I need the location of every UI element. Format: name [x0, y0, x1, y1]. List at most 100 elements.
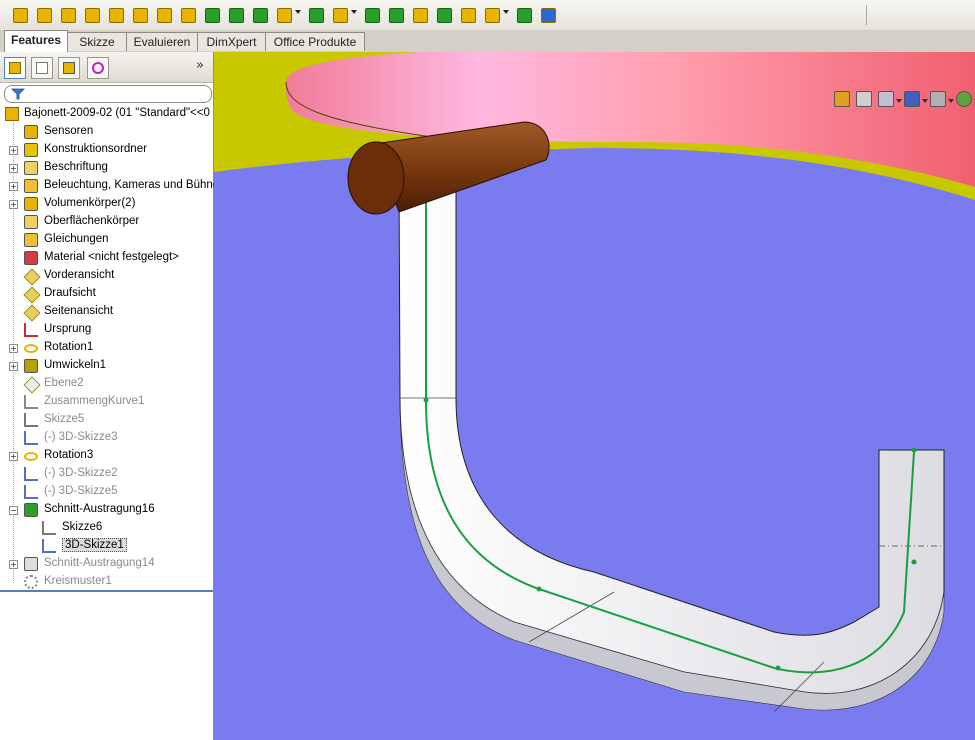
tree-item-label: Sensoren: [44, 125, 94, 137]
sweep-button[interactable]: [82, 5, 102, 25]
tree-item-vorderansicht[interactable]: Vorderansicht: [0, 267, 213, 286]
configuration-manager-tab[interactable]: [58, 57, 80, 79]
collapse-toggle[interactable]: −: [9, 506, 18, 515]
tree-item-seitenansicht[interactable]: Seitenansicht: [0, 303, 213, 322]
extrude-button[interactable]: [34, 5, 54, 25]
tree-root[interactable]: Bajonett-2009-02 (01 "Standard"<<0: [0, 105, 213, 123]
tree-item-label: Umwickeln1: [44, 359, 106, 371]
chevron-down-icon[interactable]: [351, 10, 357, 14]
section-view-icon[interactable]: [904, 91, 920, 107]
chevron-down-icon[interactable]: [295, 10, 301, 14]
zoom-to-fit-icon[interactable]: [834, 91, 850, 107]
graphics-viewport[interactable]: [214, 52, 975, 740]
feature-manager-tab[interactable]: [4, 57, 26, 79]
cut-sweep-button[interactable]: [202, 5, 222, 25]
tree-item-skizze6[interactable]: Skizze6: [0, 519, 213, 537]
tree-item-rotation1[interactable]: + Rotation1: [0, 339, 213, 357]
tree-item-3d-skizze3[interactable]: (-) 3D-Skizze3: [0, 429, 213, 447]
feature-manager-icon: [9, 62, 21, 74]
sketch-button[interactable]: [10, 5, 30, 25]
tree-item-3d-skizze1[interactable]: 3D-Skizze1: [0, 537, 213, 555]
tree-item-volumenk-rper-2[interactable]: + Volumenkörper(2): [0, 195, 213, 213]
tree-item-rotation3[interactable]: + Rotation3: [0, 447, 213, 465]
tree-filter-input[interactable]: [4, 85, 212, 103]
expand-toggle[interactable]: +: [9, 200, 18, 209]
instant3d-button[interactable]: [538, 5, 558, 25]
wrap-button[interactable]: [410, 5, 430, 25]
model-render: [214, 52, 975, 713]
chevron-down-icon[interactable]: [922, 99, 928, 103]
cut-sweep-icon: [24, 503, 38, 517]
expand-toggle[interactable]: +: [9, 452, 18, 461]
tree-item-schnitt-austragung16[interactable]: − Schnitt-Austragung16: [0, 501, 213, 519]
material-icon: [24, 251, 38, 265]
previous-view-icon[interactable]: [878, 91, 894, 107]
tree-item-label: Skizze6: [62, 521, 103, 533]
tree-item-draufsicht[interactable]: Draufsicht: [0, 285, 213, 304]
expand-toggle[interactable]: +: [9, 182, 18, 191]
tree-item-label: Skizze5: [44, 413, 85, 425]
expand-toggle[interactable]: +: [9, 146, 18, 155]
tab-evaluieren[interactable]: Evaluieren: [126, 32, 198, 51]
view-orientation-icon[interactable]: [930, 91, 946, 107]
revolve-button[interactable]: [58, 5, 78, 25]
expand-toggle[interactable]: +: [9, 344, 18, 353]
tab-features[interactable]: Features: [4, 30, 68, 52]
display-style-icon[interactable]: [956, 91, 972, 107]
cut-sweep-icon: [24, 557, 38, 571]
chevron-down-icon[interactable]: [503, 10, 509, 14]
tree-item-kreismuster1[interactable]: Kreismuster1: [0, 573, 213, 591]
tree-root-label: Bajonett-2009-02 (01 "Standard"<<0: [24, 107, 210, 119]
tree-item-sensoren[interactable]: Sensoren: [0, 123, 213, 141]
equations-icon: [24, 233, 38, 247]
tree-item-label: Material <nicht festgelegt>: [44, 251, 179, 263]
tree-item-beleuchtung-kameras-und-b-hne[interactable]: + Beleuchtung, Kameras und Bühne: [0, 177, 219, 195]
loft-button[interactable]: [106, 5, 126, 25]
chevron-down-icon[interactable]: [896, 99, 902, 103]
dome-button[interactable]: [434, 5, 454, 25]
chevron-down-icon[interactable]: [948, 99, 954, 103]
expand-toggle[interactable]: +: [9, 164, 18, 173]
tree-item-ursprung[interactable]: Ursprung: [0, 321, 213, 339]
tree-item-3d-skizze5[interactable]: (-) 3D-Skizze5: [0, 483, 213, 501]
plane-icon: [23, 286, 41, 304]
cut-boundary-button[interactable]: [250, 5, 270, 25]
cut-extrude-button[interactable]: [154, 5, 174, 25]
tree-item-ebene2[interactable]: Ebene2: [0, 375, 213, 394]
tree-item-oberfl-chenk-rper[interactable]: Oberflächenkörper: [0, 213, 213, 231]
shell-button[interactable]: [386, 5, 406, 25]
expand-panel-button[interactable]: »: [196, 58, 204, 73]
tree-item-skizze5[interactable]: Skizze5: [0, 411, 213, 429]
tree-item-beschriftung[interactable]: + Beschriftung: [0, 159, 213, 177]
filter-icon: [11, 88, 25, 100]
tree-item-gleichungen[interactable]: Gleichungen: [0, 231, 213, 249]
tree-item-zusammengkurve1[interactable]: ZusammengKurve1: [0, 393, 213, 411]
tab-dimxpert[interactable]: DimXpert: [197, 32, 266, 51]
property-manager-tab[interactable]: [31, 57, 53, 79]
configuration-manager-icon: [63, 62, 75, 74]
mirror-button[interactable]: [458, 5, 478, 25]
zoom-area-icon[interactable]: [856, 91, 872, 107]
tab-office-produkte[interactable]: Office Produkte: [265, 32, 365, 51]
expand-toggle[interactable]: +: [9, 362, 18, 371]
reference-geometry-button[interactable]: [482, 5, 502, 25]
tree-item-konstruktionsordner[interactable]: + Konstruktionsordner: [0, 141, 213, 159]
fillet-button[interactable]: [274, 5, 294, 25]
cut-revolve-button[interactable]: [178, 5, 198, 25]
boundary-button[interactable]: [130, 5, 150, 25]
tree-item-umwickeln1[interactable]: + Umwickeln1: [0, 357, 213, 375]
linear-pattern-button[interactable]: [306, 5, 326, 25]
tree-item-3d-skizze2[interactable]: (-) 3D-Skizze2: [0, 465, 213, 483]
rib-button[interactable]: [330, 5, 350, 25]
tree-item-schnitt-austragung14[interactable]: + Schnitt-Austragung14: [0, 555, 213, 573]
dimxpert-manager-tab[interactable]: [87, 57, 109, 79]
draft-button[interactable]: [362, 5, 382, 25]
linear-pattern-icon: [309, 8, 324, 23]
tree-item-material-nicht-festgelegt[interactable]: Material <nicht festgelegt>: [0, 249, 213, 267]
expand-toggle[interactable]: +: [9, 560, 18, 569]
tree-item-label: Kreismuster1: [44, 575, 112, 587]
curves-button[interactable]: [514, 5, 534, 25]
cut-loft-button[interactable]: [226, 5, 246, 25]
tab-skizze[interactable]: Skizze: [67, 32, 127, 51]
shell-icon: [389, 8, 404, 23]
